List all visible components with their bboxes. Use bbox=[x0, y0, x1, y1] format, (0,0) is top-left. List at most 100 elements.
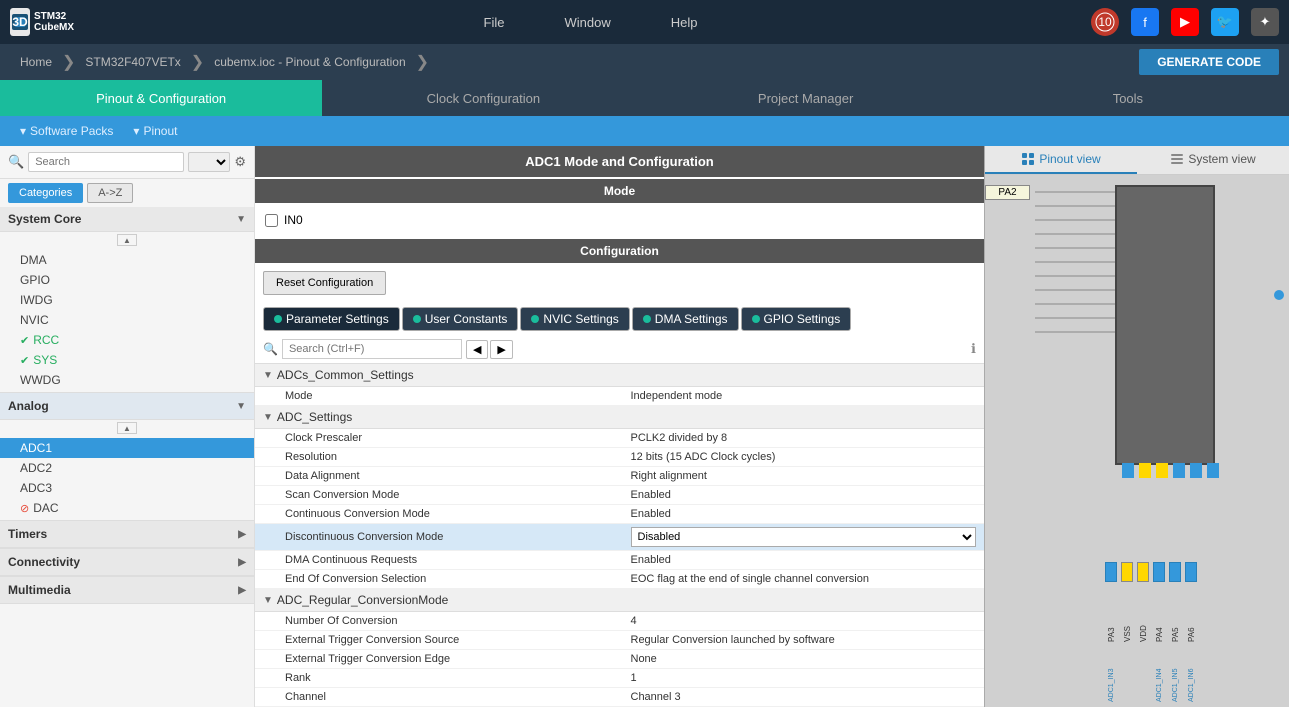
reset-configuration-button[interactable]: Reset Configuration bbox=[263, 271, 386, 295]
scroll-up-btn[interactable]: ▲ bbox=[117, 234, 137, 246]
bottom-pin-pa6-label: PA6 bbox=[1187, 582, 1196, 642]
group-adcs-common[interactable]: ▼ ADCs_Common_Settings bbox=[255, 364, 984, 387]
bottom-pin-vdd2-box[interactable] bbox=[1137, 562, 1149, 582]
search-dropdown[interactable] bbox=[188, 152, 230, 172]
tab-project[interactable]: Project Manager bbox=[645, 80, 967, 116]
sidebar-item-adc3[interactable]: ADC3 bbox=[0, 478, 254, 498]
config-tab-nvic[interactable]: NVIC Settings bbox=[520, 307, 629, 331]
tab-tools[interactable]: Tools bbox=[967, 80, 1289, 116]
breadcrumb-sep2: ❯ bbox=[191, 52, 204, 72]
sidebar-item-nvic[interactable]: NVIC bbox=[0, 310, 254, 330]
sidebar-section-analog: Analog ▼ ▲ ADC1 ADC2 ADC3 bbox=[0, 392, 254, 520]
sidebar-item-adc2[interactable]: ADC2 bbox=[0, 458, 254, 478]
multimedia-header[interactable]: Multimedia ▶ bbox=[0, 576, 254, 604]
sub-tab-pinout[interactable]: ▾ Pinout bbox=[133, 124, 177, 138]
facebook-icon[interactable]: f bbox=[1131, 8, 1159, 36]
chip-pin-vss[interactable] bbox=[1139, 463, 1151, 478]
tab-pinout-view[interactable]: Pinout view bbox=[985, 146, 1137, 174]
menu-file[interactable]: File bbox=[484, 15, 505, 30]
youtube-icon[interactable]: ▶ bbox=[1171, 8, 1199, 36]
pinout-view-icon bbox=[1021, 152, 1035, 166]
generate-code-button[interactable]: GENERATE CODE bbox=[1139, 49, 1279, 75]
timers-header[interactable]: Timers ▶ bbox=[0, 520, 254, 548]
sidebar-item-iwdg[interactable]: IWDG bbox=[0, 290, 254, 310]
bottom-pin-vdd2-label: VDD bbox=[1139, 582, 1148, 642]
param-row-dma-requests: DMA Continuous Requests Enabled bbox=[255, 551, 984, 570]
pin-pa2[interactable]: PA2 bbox=[985, 185, 1030, 200]
chip-pin-pa5[interactable] bbox=[1190, 463, 1202, 478]
sidebar-item-wwdg[interactable]: WWDG bbox=[0, 370, 254, 390]
bottom-pin-pa3-box[interactable] bbox=[1105, 562, 1117, 582]
bottom-pin-pa4-box[interactable] bbox=[1153, 562, 1165, 582]
chip-pin-pa3[interactable] bbox=[1122, 463, 1134, 478]
sidebar-section-system-core: System Core ▼ ▲ DMA GPIO IWDG bbox=[0, 207, 254, 392]
dma-requests-name: DMA Continuous Requests bbox=[285, 554, 631, 566]
gear-icon[interactable]: ⚙ bbox=[234, 154, 246, 170]
param-info-icon[interactable]: ℹ bbox=[971, 341, 976, 357]
sidebar-search-row: 🔍 ⚙ bbox=[0, 146, 254, 179]
sidebar-item-adc1[interactable]: ADC1 bbox=[0, 438, 254, 458]
sub-tab-software-packs[interactable]: ▾ Software Packs bbox=[20, 124, 113, 138]
group-adc-regular[interactable]: ▼ ADC_Regular_ConversionMode bbox=[255, 589, 984, 612]
analog-header[interactable]: Analog ▼ bbox=[0, 392, 254, 420]
discontinuous-mode-value[interactable]: Disabled Enabled bbox=[631, 527, 977, 547]
version-badge: 10 bbox=[1091, 8, 1119, 36]
param-search-input[interactable] bbox=[282, 339, 462, 359]
menu-window[interactable]: Window bbox=[564, 15, 610, 30]
continuous-mode-value: Enabled bbox=[631, 508, 977, 520]
twitter-icon[interactable]: 🐦 bbox=[1211, 8, 1239, 36]
content-header: ADC1 Mode and Configuration bbox=[255, 146, 984, 177]
discontinuous-mode-select[interactable]: Disabled Enabled bbox=[631, 527, 977, 547]
tab-pinout[interactable]: Pinout & Configuration bbox=[0, 80, 322, 116]
tab-system-view[interactable]: System view bbox=[1137, 146, 1289, 174]
trigger-edge-name: External Trigger Conversion Edge bbox=[285, 653, 631, 665]
param-row-rank: Rank 1 bbox=[255, 669, 984, 688]
sidebar-item-rcc[interactable]: ✔ RCC bbox=[0, 330, 254, 350]
connectivity-label: Connectivity bbox=[8, 555, 80, 569]
chip-pin-vdd2[interactable] bbox=[1156, 463, 1168, 478]
analog-scroll-up-btn[interactable]: ▲ bbox=[117, 422, 137, 434]
connectivity-header[interactable]: Connectivity ▶ bbox=[0, 548, 254, 576]
rank-name: Rank bbox=[285, 672, 631, 684]
sidebar-item-sys[interactable]: ✔ SYS bbox=[0, 350, 254, 370]
group-adc-settings[interactable]: ▼ ADC_Settings bbox=[255, 406, 984, 429]
param-search-prev-button[interactable]: ◀ bbox=[466, 340, 488, 359]
sidebar-item-dma[interactable]: DMA bbox=[0, 250, 254, 270]
sys-label: SYS bbox=[33, 353, 57, 367]
search-icon: 🔍 bbox=[8, 154, 24, 170]
wwdg-label: WWDG bbox=[20, 373, 61, 387]
system-core-header[interactable]: System Core ▼ bbox=[0, 207, 254, 232]
param-search-next-button[interactable]: ▶ bbox=[490, 340, 512, 359]
param-table: ▼ ADCs_Common_Settings Mode Independent … bbox=[255, 363, 984, 707]
data-alignment-value: Right alignment bbox=[631, 470, 977, 482]
sidebar-tab-categories[interactable]: Categories bbox=[8, 183, 83, 203]
sidebar-tab-az[interactable]: A->Z bbox=[87, 183, 133, 203]
sidebar-section-timers: Timers ▶ bbox=[0, 520, 254, 548]
chip-pin-pa4[interactable] bbox=[1173, 463, 1185, 478]
gpio-tab-label: GPIO Settings bbox=[764, 312, 841, 326]
bottom-pin-pa5-box[interactable] bbox=[1169, 562, 1181, 582]
chip-pin-pa6[interactable] bbox=[1207, 463, 1219, 478]
param-row-clock-prescaler: Clock Prescaler PCLK2 divided by 8 bbox=[255, 429, 984, 448]
search-input[interactable] bbox=[28, 152, 184, 172]
bottom-pin-vss-box[interactable] bbox=[1121, 562, 1133, 582]
in0-checkbox[interactable] bbox=[265, 214, 278, 227]
config-tab-gpio[interactable]: GPIO Settings bbox=[741, 307, 852, 331]
sidebar-item-gpio[interactable]: GPIO bbox=[0, 270, 254, 290]
breadcrumb-project[interactable]: cubemx.ioc - Pinout & Configuration bbox=[204, 51, 415, 73]
config-tab-user-constants[interactable]: User Constants bbox=[402, 307, 519, 331]
param-tab-dot bbox=[274, 315, 282, 323]
menu-help[interactable]: Help bbox=[671, 15, 698, 30]
config-tab-parameter[interactable]: Parameter Settings bbox=[263, 307, 400, 331]
adc-settings-expand-icon: ▼ bbox=[263, 412, 273, 423]
dac-error-icon: ⊘ bbox=[20, 502, 29, 515]
tab-clock[interactable]: Clock Configuration bbox=[322, 80, 644, 116]
adc-regular-expand-icon: ▼ bbox=[263, 595, 273, 606]
breadcrumb-home[interactable]: Home bbox=[10, 51, 62, 73]
breadcrumb-device[interactable]: STM32F407VETx bbox=[75, 51, 190, 73]
clock-prescaler-name: Clock Prescaler bbox=[285, 432, 631, 444]
bottom-pin-pa6-box[interactable] bbox=[1185, 562, 1197, 582]
network-icon[interactable]: ✦ bbox=[1251, 8, 1279, 36]
sidebar-item-dac[interactable]: ⊘ DAC bbox=[0, 498, 254, 518]
config-tab-dma[interactable]: DMA Settings bbox=[632, 307, 739, 331]
